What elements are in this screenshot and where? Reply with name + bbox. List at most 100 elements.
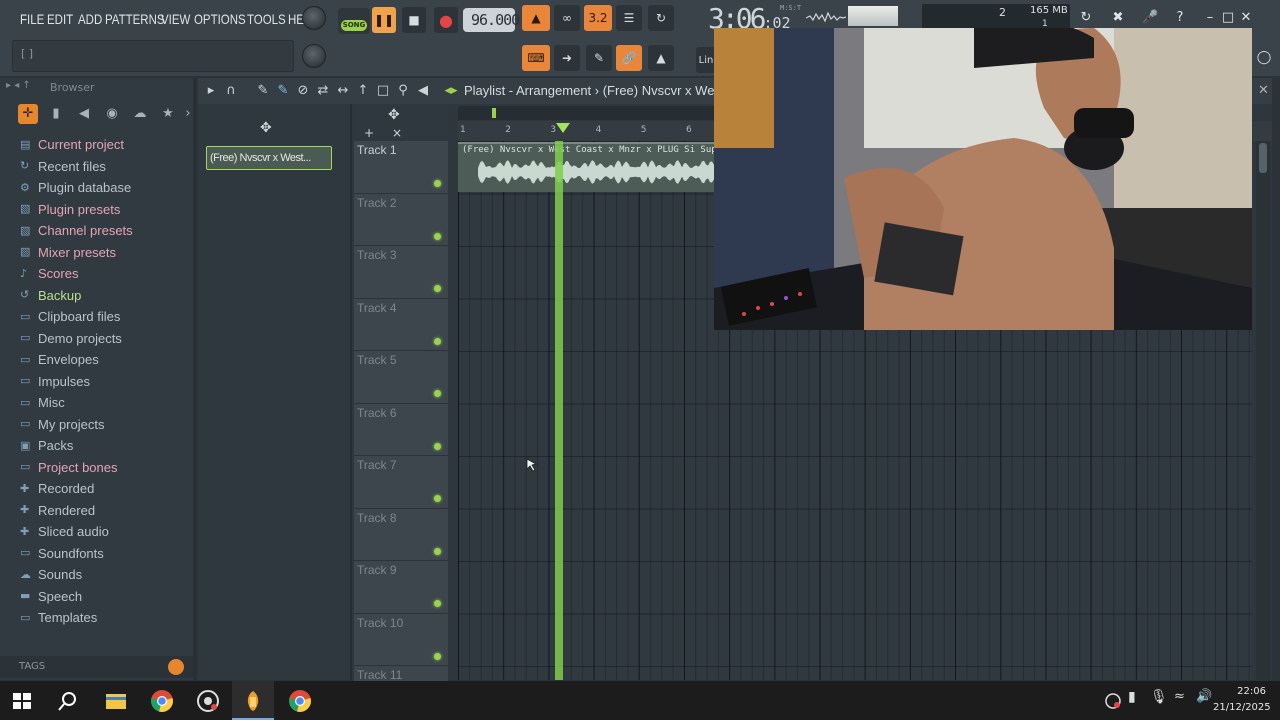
speaker-icon[interactable]: ◀ — [74, 104, 94, 124]
pen-tool-button[interactable]: ✎ — [586, 45, 612, 71]
vertical-scrollbar[interactable] — [1256, 141, 1270, 680]
microphone-icon[interactable]: 🎤 — [1142, 10, 1158, 26]
cut-icon[interactable]: ✖ — [1110, 10, 1126, 26]
playback-icon[interactable]: ◀ — [414, 82, 432, 100]
track-header[interactable]: Track 9 — [354, 561, 448, 614]
browser-item-scores[interactable]: ♪ Scores — [0, 263, 188, 285]
browser-item-recent-files[interactable]: ↻ Recent files — [0, 156, 188, 178]
playlist-close-icon[interactable]: ✕ — [1258, 83, 1269, 98]
remove-track-icon[interactable]: × — [392, 126, 402, 140]
line-mode-button[interactable]: Lin — [696, 47, 716, 73]
menu-add[interactable]: ADD — [78, 11, 102, 27]
volume-icon[interactable]: 🔊 — [1196, 689, 1214, 713]
browser-item-mixer-presets[interactable]: ▧ Mixer presets — [0, 242, 188, 264]
browser-item-backup[interactable]: ↺ Backup — [0, 285, 188, 307]
track-mute-led[interactable] — [434, 442, 441, 450]
track-header[interactable]: Track 5 — [354, 351, 448, 404]
record-button[interactable]: ● — [434, 7, 458, 33]
draw-icon[interactable]: ✎ — [254, 82, 272, 100]
browser-item-demo-projects[interactable]: ▭ Demo projects — [0, 328, 188, 350]
usb-icon[interactable]: ▮ — [1128, 689, 1146, 713]
zoom-icon[interactable]: ⚲ — [394, 82, 412, 100]
scroll-thumb[interactable] — [1259, 143, 1267, 173]
clock-date[interactable]: 21/12/2025 — [1213, 702, 1271, 713]
track-mute-led[interactable] — [434, 600, 441, 607]
picker-clip-item[interactable]: (Free) Nvscvr x West... — [206, 146, 332, 170]
browser-item-misc[interactable]: ▭ Misc — [0, 392, 188, 414]
wifi-icon[interactable]: ≈ — [1174, 689, 1192, 713]
app-icon[interactable] — [196, 689, 220, 713]
help-icon[interactable]: ? — [1172, 10, 1188, 26]
pause-button[interactable]: ❚❚ — [372, 7, 396, 33]
countdown-button[interactable]: 3.2 — [584, 5, 612, 31]
loop-record-button[interactable]: ↻ — [648, 5, 674, 31]
all-content-icon[interactable]: ✛ — [18, 104, 38, 124]
track-header[interactable]: Track 6 — [354, 403, 448, 456]
browser-item-project-bones[interactable]: ▭ Project bones — [0, 457, 188, 479]
picker-move-icon[interactable]: ✥ — [260, 120, 272, 136]
track-header[interactable]: Track 8 — [354, 508, 448, 561]
browser-item-plugin-presets[interactable]: ▧ Plugin presets — [0, 199, 188, 221]
browser-item-impulses[interactable]: ▭ Impulses — [0, 371, 188, 393]
metronome-button[interactable]: ▲ — [522, 5, 550, 31]
browser-item-plugin-database[interactable]: ⚙ Plugin database — [0, 177, 188, 199]
playlist-menu-icon[interactable]: ▸ — [202, 82, 220, 100]
feedback-icon[interactable]: ◯ — [1256, 50, 1272, 66]
track-mute-led[interactable] — [434, 547, 441, 555]
minimize-icon[interactable]: – — [1202, 10, 1218, 26]
browser-item-packs[interactable]: ▣ Packs — [0, 435, 188, 457]
browser-item-clipboard-files[interactable]: ▭ Clipboard files — [0, 306, 188, 328]
windows-start-icon[interactable] — [10, 689, 34, 713]
track-header[interactable]: Track 1 — [354, 141, 448, 194]
delete-icon[interactable]: ⊘ — [294, 82, 312, 100]
mute-icon[interactable]: ⇄ — [314, 82, 332, 100]
browser-item-sounds[interactable]: ☁ Sounds — [0, 564, 188, 586]
arrangement-arrows-icon[interactable]: ◂▸ — [442, 82, 460, 100]
menu-edit[interactable]: EDIT — [47, 11, 73, 27]
file-icon[interactable]: ▮ — [46, 104, 66, 124]
browser-item-speech[interactable]: ▬ Speech — [0, 586, 188, 608]
maximize-icon[interactable]: □ — [1220, 10, 1236, 26]
playhead-marker-icon[interactable] — [556, 123, 570, 133]
browser-arrows-icon[interactable]: ▸ ◂ ↑ — [6, 80, 31, 91]
track-mute-led[interactable] — [434, 180, 441, 187]
browser-item-my-projects[interactable]: ▭ My projects — [0, 414, 188, 436]
browser-item-envelopes[interactable]: ▭ Envelopes — [0, 349, 188, 371]
slice-icon[interactable]: ↑ — [354, 82, 372, 100]
tray-app-icon[interactable] — [1104, 689, 1122, 713]
track-header[interactable]: Track 2 — [354, 193, 448, 246]
select-icon[interactable]: □ — [374, 82, 392, 100]
step-edit-button[interactable]: ☰ — [616, 5, 642, 31]
menu-view[interactable]: VIEW — [161, 11, 190, 27]
browser-item-channel-presets[interactable]: ▧ Channel presets — [0, 220, 188, 242]
slip-icon[interactable]: ↔ — [334, 82, 352, 100]
close-icon[interactable]: ✕ — [1238, 10, 1254, 26]
next-button[interactable]: ➜ — [554, 45, 580, 71]
browser-item-recorded[interactable]: ✚ Recorded — [0, 478, 188, 500]
menu-options[interactable]: OPTIONS — [194, 11, 246, 27]
clock-time[interactable]: 22:06 — [1226, 686, 1266, 697]
track-mute-led[interactable] — [434, 652, 441, 660]
track-header[interactable]: Track 4 — [354, 298, 448, 351]
menu-file[interactable]: FILE — [20, 11, 44, 27]
tempo-display[interactable]: 96.000 — [463, 8, 520, 32]
add-track-icon[interactable]: + — [364, 126, 374, 140]
menu-patterns[interactable]: PATTERNS — [105, 11, 165, 27]
plugin-icon[interactable]: ◉ — [102, 104, 122, 124]
stamp-button[interactable]: ▲ — [648, 45, 674, 71]
track-header[interactable]: Track 10 — [354, 613, 448, 666]
star-icon[interactable]: ★ — [158, 104, 178, 124]
track-mute-led[interactable] — [434, 232, 441, 240]
chrome-icon[interactable] — [150, 689, 174, 713]
pattern-song-toggle[interactable]: SONG — [338, 8, 370, 34]
browser-item-templates[interactable]: ▭ Templates — [0, 607, 188, 629]
paint-icon[interactable]: ✎ — [274, 82, 292, 100]
menu-tools[interactable]: TOOLS — [247, 11, 286, 27]
master-volume-knob[interactable] — [302, 6, 326, 30]
browser-item-soundfonts[interactable]: ▭ Soundfonts — [0, 543, 188, 565]
stop-button[interactable]: ■ — [402, 7, 426, 33]
magnet-icon[interactable]: ∩ — [222, 82, 240, 100]
track-mute-led[interactable] — [434, 495, 441, 502]
wait-record-button[interactable]: ∞ — [554, 5, 580, 31]
file-explorer-icon[interactable] — [104, 689, 128, 713]
